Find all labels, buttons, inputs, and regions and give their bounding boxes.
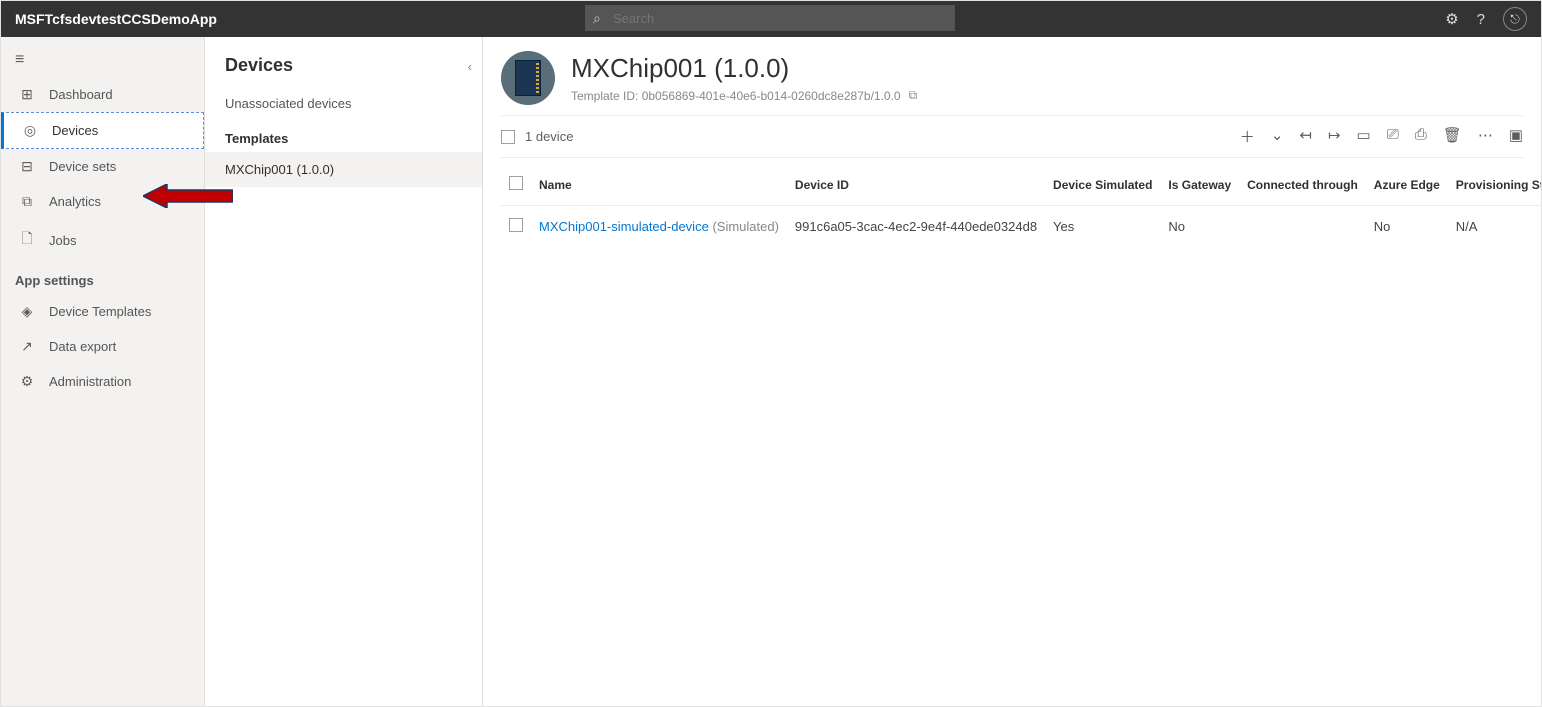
nav-item-dashboard[interactable]: ⊞ Dashboard [1, 77, 204, 112]
header-checkbox[interactable] [509, 176, 523, 190]
main-content: MXChip001 (1.0.0) Template ID: 0b056869-… [483, 37, 1541, 706]
nav-label: Jobs [49, 233, 76, 248]
select-all-checkbox[interactable] [501, 130, 515, 144]
nav-label: Devices [52, 123, 98, 138]
help-icon[interactable]: ? [1477, 11, 1485, 28]
cell-connected [1239, 206, 1366, 248]
subnav-unassociated-devices[interactable]: Unassociated devices [225, 90, 462, 117]
toolbar-actions: ＋ ⌄ ↤ ↦ ▭ ⎚ ⎙ 🗑 ⋯ ▣ [1240, 126, 1523, 147]
device-name-link[interactable]: MXChip001-simulated-device [539, 219, 709, 234]
nav-label: Administration [49, 374, 131, 389]
template-id-text: Template ID: 0b056869-401e-40e6-b014-026… [571, 89, 901, 103]
device-list-toolbar: 1 device ＋ ⌄ ↤ ↦ ▭ ⎚ ⎙ 🗑 ⋯ ▣ [501, 115, 1523, 158]
nav-item-device-sets[interactable]: ⊟ Device sets [1, 149, 204, 184]
search-icon: ⌕ [593, 10, 601, 27]
col-azure-edge[interactable]: Azure Edge [1366, 164, 1448, 206]
copy-icon[interactable]: ⧉ [909, 88, 918, 103]
table-row[interactable]: MXChip001-simulated-device (Simulated) 9… [501, 206, 1541, 248]
top-bar: MSFTcfsdevtestCCSDemoApp ⌕ ⚙ ? ⎋ [1, 1, 1541, 37]
topbar-right-icons: ⚙ ? ⎋ [1445, 7, 1527, 31]
subnav-templates-header: Templates [225, 131, 462, 146]
device-count-text: 1 device [525, 129, 573, 144]
collapse-chevron-icon[interactable]: ‹ [468, 59, 472, 74]
col-device-id[interactable]: Device ID [787, 164, 1045, 206]
nav-item-jobs[interactable]: 🗋 Jobs [1, 219, 204, 261]
nav-item-administration[interactable]: ⚙ Administration [1, 364, 204, 399]
subnav-title: Devices [225, 55, 462, 76]
col-connected-through[interactable]: Connected through [1239, 164, 1366, 206]
row-checkbox[interactable] [509, 218, 523, 232]
nav-section-app-settings: App settings [1, 261, 204, 294]
device-simulated-tag: (Simulated) [712, 219, 778, 234]
delete-icon[interactable]: 🗑 [1443, 126, 1462, 147]
cell-simulated: Yes [1045, 206, 1160, 248]
col-is-gateway[interactable]: Is Gateway [1160, 164, 1239, 206]
jobs-icon: 🗋 [19, 228, 35, 252]
subnav-template-label: MXChip001 (1.0.0) [225, 162, 334, 177]
search-input[interactable] [585, 5, 955, 31]
nav-label: Data export [49, 339, 116, 354]
move-right-icon[interactable]: ↦ [1328, 126, 1341, 147]
settings-gear-icon[interactable]: ⚙ [1445, 10, 1458, 28]
workspace: ≡ ⊞ Dashboard ◎ Devices ⊟ Device sets ⧉ … [1, 37, 1541, 706]
deploy-icon[interactable]: ⎙ [1415, 126, 1427, 147]
col-provisioning-status[interactable]: Provisioning Stat [1448, 164, 1541, 206]
nav-item-device-templates[interactable]: ◈ Device Templates [1, 294, 204, 329]
nav-label: Device Templates [49, 304, 151, 319]
nav-label: Dashboard [49, 87, 113, 102]
cell-gateway: No [1160, 206, 1239, 248]
subnav-template-mxchip001[interactable]: MXChip001 (1.0.0) [205, 152, 482, 187]
template-id-row: Template ID: 0b056869-401e-40e6-b014-026… [571, 88, 917, 103]
nav-collapse-icon[interactable]: ≡ [1, 43, 204, 77]
nav-item-devices[interactable]: ◎ Devices [1, 112, 204, 149]
col-device-simulated[interactable]: Device Simulated [1045, 164, 1160, 206]
nav-label: Device sets [49, 159, 116, 174]
nav-label: Analytics [49, 194, 101, 209]
devices-table: Name Device ID Device Simulated Is Gatew… [501, 164, 1541, 247]
left-nav: ≡ ⊞ Dashboard ◎ Devices ⊟ Device sets ⧉ … [1, 37, 205, 706]
nav-item-analytics[interactable]: ⧉ Analytics [1, 184, 204, 219]
more-columns-icon[interactable]: ⋯ [1478, 126, 1493, 147]
monitor-icon[interactable]: ▭ [1357, 126, 1371, 147]
app-title: MSFTcfsdevtestCCSDemoApp [15, 11, 217, 27]
user-avatar-icon[interactable]: ⎋ [1503, 7, 1527, 31]
device-sets-icon: ⊟ [19, 158, 35, 175]
device-title: MXChip001 (1.0.0) [571, 53, 917, 84]
search-container: ⌕ [585, 5, 955, 31]
fullscreen-icon[interactable]: ▣ [1509, 126, 1523, 147]
table-header-row: Name Device ID Device Simulated Is Gatew… [501, 164, 1541, 206]
move-left-icon[interactable]: ↤ [1299, 126, 1312, 147]
chevron-down-icon[interactable]: ⌄ [1271, 126, 1284, 147]
device-count-row: 1 device [501, 129, 573, 144]
analytics-icon: ⧉ [19, 193, 35, 210]
simulate-icon[interactable]: ⎚ [1387, 126, 1399, 147]
cell-edge: No [1366, 206, 1448, 248]
data-export-icon: ↗ [19, 338, 35, 355]
col-name[interactable]: Name [531, 164, 787, 206]
cell-device-id: 991c6a05-3cac-4ec2-9e4f-440ede0324d8 [787, 206, 1045, 248]
device-avatar-icon [501, 51, 555, 105]
devices-icon: ◎ [22, 122, 38, 139]
device-templates-icon: ◈ [19, 303, 35, 320]
dashboard-icon: ⊞ [19, 86, 35, 103]
nav-item-data-export[interactable]: ↗ Data export [1, 329, 204, 364]
administration-icon: ⚙ [19, 373, 35, 390]
devices-subnav: Devices ‹ Unassociated devices Templates… [205, 37, 483, 706]
device-detail-header: MXChip001 (1.0.0) Template ID: 0b056869-… [501, 51, 1523, 105]
cell-prov: N/A [1448, 206, 1541, 248]
add-icon[interactable]: ＋ [1240, 126, 1255, 147]
